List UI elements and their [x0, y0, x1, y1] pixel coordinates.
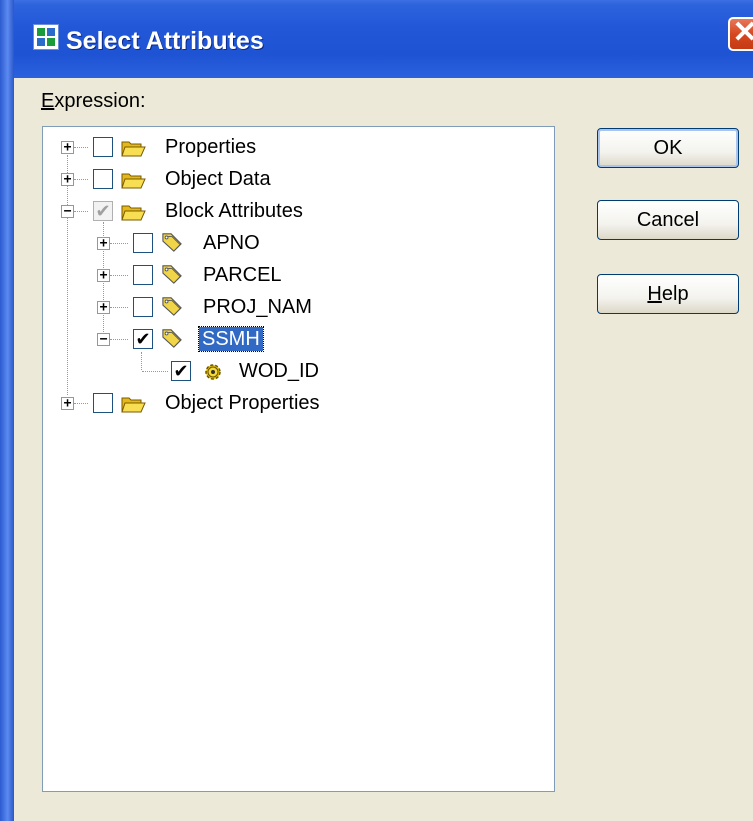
tree-node-apno[interactable]: + APNO: [43, 229, 543, 259]
tree-node-label: APNO: [203, 232, 260, 254]
attribute-tree[interactable]: + Properties + Object Data − ✔ Block Att…: [42, 126, 555, 792]
help-mnemonic: H: [647, 283, 662, 305]
checkbox-checked[interactable]: ✔: [133, 329, 153, 349]
tree-node-object-properties[interactable]: + Object Properties: [43, 389, 543, 419]
checkbox[interactable]: [93, 393, 113, 413]
tag-icon: [162, 265, 182, 284]
help-label-rest: elp: [661, 283, 689, 305]
tree-node-wod-id[interactable]: ✔ WOD_ID: [43, 357, 543, 387]
help-button[interactable]: Help: [597, 274, 739, 314]
tree-node-label: Properties: [165, 136, 257, 158]
gear-icon: [205, 364, 221, 380]
expand-icon[interactable]: +: [97, 237, 110, 250]
tree-node-object-data[interactable]: + Object Data: [43, 165, 543, 195]
close-button[interactable]: ✕: [728, 17, 753, 51]
ok-button[interactable]: OK: [597, 128, 739, 168]
collapse-icon[interactable]: −: [97, 333, 110, 346]
checkbox[interactable]: [133, 297, 153, 317]
tree-node-label: PROJ_NAM: [203, 296, 312, 318]
checkbox[interactable]: [133, 265, 153, 285]
app-icon: [33, 24, 59, 50]
expand-icon[interactable]: +: [97, 269, 110, 282]
tree-node-label-selected: SSMH: [198, 326, 264, 352]
folder-icon: [121, 173, 146, 189]
tag-icon: [162, 233, 182, 252]
tree-node-label: WOD_ID: [239, 360, 319, 382]
tree-node-proj-nam[interactable]: + PROJ_NAM: [43, 293, 543, 323]
tree-node-label: Block Attributes: [165, 200, 303, 222]
tree-node-properties[interactable]: + Properties: [43, 133, 543, 163]
checkbox[interactable]: [93, 137, 113, 157]
collapse-icon[interactable]: −: [61, 205, 74, 218]
tag-icon: [162, 329, 182, 348]
window-frame-left: [0, 0, 14, 821]
checkbox[interactable]: [93, 169, 113, 189]
expand-icon[interactable]: +: [61, 397, 74, 410]
folder-icon: [121, 141, 146, 157]
window-title: Select Attributes: [66, 27, 264, 55]
tree-node-parcel[interactable]: + PARCEL: [43, 261, 543, 291]
close-icon: ✕: [732, 16, 753, 49]
tree-node-label: Object Properties: [165, 392, 320, 414]
tree-node-label: Object Data: [165, 168, 271, 190]
title-bar[interactable]: Select Attributes ✕: [14, 0, 753, 78]
tree-node-label: PARCEL: [203, 264, 282, 286]
folder-icon: [121, 397, 146, 413]
expand-icon[interactable]: +: [97, 301, 110, 314]
tag-icon: [162, 297, 182, 316]
expand-icon[interactable]: +: [61, 173, 74, 186]
checkbox[interactable]: [133, 233, 153, 253]
tree-node-ssmh[interactable]: − ✔ SSMH: [43, 325, 543, 355]
expand-icon[interactable]: +: [61, 141, 74, 154]
expression-label-rest: xpression:: [54, 90, 146, 112]
checkbox-checked[interactable]: ✔: [171, 361, 191, 381]
expression-label: Expression:: [41, 90, 146, 113]
tree-node-block-attributes[interactable]: − ✔ Block Attributes: [43, 197, 543, 227]
folder-icon: [121, 205, 146, 221]
cancel-button[interactable]: Cancel: [597, 200, 739, 240]
dialog-body: Expression: + Properties + Object Data −…: [14, 78, 753, 821]
expression-label-mnemonic: E: [41, 90, 55, 112]
checkbox-partial[interactable]: ✔: [93, 201, 113, 221]
